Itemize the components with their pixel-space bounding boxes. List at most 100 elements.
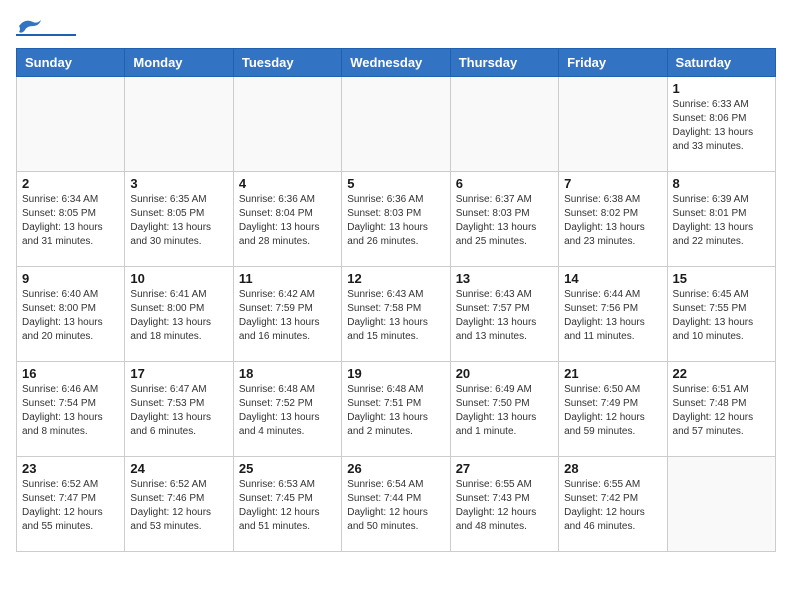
day-info: Sunrise: 6:42 AM Sunset: 7:59 PM Dayligh…: [239, 288, 336, 344]
calendar-cell: 14 Sunrise: 6:44 AM Sunset: 7:56 PM Dayli…: [559, 267, 667, 362]
day-number: 8: [673, 176, 770, 191]
col-header-tuesday: Tuesday: [233, 49, 341, 77]
day-number: 17: [130, 366, 227, 381]
day-number: 1: [673, 81, 770, 96]
day-number: 16: [22, 366, 119, 381]
calendar-cell: 22 Sunrise: 6:51 AM Sunset: 7:48 PM Dayli…: [667, 362, 775, 457]
week-row-3: 9 Sunrise: 6:40 AM Sunset: 8:00 PM Daylig…: [17, 267, 776, 362]
day-number: 21: [564, 366, 661, 381]
day-info: Sunrise: 6:37 AM Sunset: 8:03 PM Dayligh…: [456, 193, 553, 249]
week-row-4: 16 Sunrise: 6:46 AM Sunset: 7:54 PM Dayli…: [17, 362, 776, 457]
calendar-table: SundayMondayTuesdayWednesdayThursdayFrid…: [16, 48, 776, 552]
logo-underline: [16, 34, 76, 36]
page-header: [16, 16, 776, 36]
day-number: 12: [347, 271, 444, 286]
day-info: Sunrise: 6:41 AM Sunset: 8:00 PM Dayligh…: [130, 288, 227, 344]
day-info: Sunrise: 6:43 AM Sunset: 7:57 PM Dayligh…: [456, 288, 553, 344]
day-info: Sunrise: 6:55 AM Sunset: 7:42 PM Dayligh…: [564, 478, 661, 534]
day-info: Sunrise: 6:39 AM Sunset: 8:01 PM Dayligh…: [673, 193, 770, 249]
day-number: 27: [456, 461, 553, 476]
day-number: 7: [564, 176, 661, 191]
day-number: 14: [564, 271, 661, 286]
day-number: 26: [347, 461, 444, 476]
calendar-cell: 1 Sunrise: 6:33 AM Sunset: 8:06 PM Daylig…: [667, 77, 775, 172]
day-number: 11: [239, 271, 336, 286]
week-row-2: 2Sunrise: 6:34 AM Sunset: 8:05 PM Daylig…: [17, 172, 776, 267]
calendar-cell: 28 Sunrise: 6:55 AM Sunset: 7:42 PM Dayli…: [559, 457, 667, 552]
day-number: 5: [347, 176, 444, 191]
calendar-cell: 7 Sunrise: 6:38 AM Sunset: 8:02 PM Daylig…: [559, 172, 667, 267]
col-header-thursday: Thursday: [450, 49, 558, 77]
col-header-saturday: Saturday: [667, 49, 775, 77]
day-number: 13: [456, 271, 553, 286]
calendar-cell: 27 Sunrise: 6:55 AM Sunset: 7:43 PM Dayli…: [450, 457, 558, 552]
day-info: Sunrise: 6:46 AM Sunset: 7:54 PM Dayligh…: [22, 383, 119, 439]
day-info: Sunrise: 6:33 AM Sunset: 8:06 PM Dayligh…: [673, 98, 770, 154]
calendar-cell: 19Sunrise: 6:48 AM Sunset: 7:51 PM Dayli…: [342, 362, 450, 457]
day-info: Sunrise: 6:49 AM Sunset: 7:50 PM Dayligh…: [456, 383, 553, 439]
calendar-cell: 6 Sunrise: 6:37 AM Sunset: 8:03 PM Daylig…: [450, 172, 558, 267]
day-info: Sunrise: 6:54 AM Sunset: 7:44 PM Dayligh…: [347, 478, 444, 534]
day-info: Sunrise: 6:35 AM Sunset: 8:05 PM Dayligh…: [130, 193, 227, 249]
calendar-cell: 15 Sunrise: 6:45 AM Sunset: 7:55 PM Dayli…: [667, 267, 775, 362]
day-number: 19: [347, 366, 444, 381]
day-number: 24: [130, 461, 227, 476]
calendar-cell: 24 Sunrise: 6:52 AM Sunset: 7:46 PM Dayli…: [125, 457, 233, 552]
calendar-cell: 13 Sunrise: 6:43 AM Sunset: 7:57 PM Dayli…: [450, 267, 558, 362]
day-info: Sunrise: 6:51 AM Sunset: 7:48 PM Dayligh…: [673, 383, 770, 439]
logo-bird-icon: [17, 16, 43, 36]
day-number: 23: [22, 461, 119, 476]
day-number: 6: [456, 176, 553, 191]
calendar-cell: 3Sunrise: 6:35 AM Sunset: 8:05 PM Daylig…: [125, 172, 233, 267]
day-number: 9: [22, 271, 119, 286]
day-info: Sunrise: 6:45 AM Sunset: 7:55 PM Dayligh…: [673, 288, 770, 344]
calendar-cell: [450, 77, 558, 172]
day-info: Sunrise: 6:36 AM Sunset: 8:03 PM Dayligh…: [347, 193, 444, 249]
day-info: Sunrise: 6:34 AM Sunset: 8:05 PM Dayligh…: [22, 193, 119, 249]
day-info: Sunrise: 6:50 AM Sunset: 7:49 PM Dayligh…: [564, 383, 661, 439]
logo: [16, 16, 76, 36]
calendar-cell: 16 Sunrise: 6:46 AM Sunset: 7:54 PM Dayli…: [17, 362, 125, 457]
day-number: 20: [456, 366, 553, 381]
calendar-cell: 4 Sunrise: 6:36 AM Sunset: 8:04 PM Daylig…: [233, 172, 341, 267]
col-header-friday: Friday: [559, 49, 667, 77]
day-number: 10: [130, 271, 227, 286]
calendar-cell: 18 Sunrise: 6:48 AM Sunset: 7:52 PM Dayli…: [233, 362, 341, 457]
day-info: Sunrise: 6:47 AM Sunset: 7:53 PM Dayligh…: [130, 383, 227, 439]
day-info: Sunrise: 6:40 AM Sunset: 8:00 PM Dayligh…: [22, 288, 119, 344]
day-number: 18: [239, 366, 336, 381]
day-info: Sunrise: 6:55 AM Sunset: 7:43 PM Dayligh…: [456, 478, 553, 534]
calendar-cell: [233, 77, 341, 172]
day-info: Sunrise: 6:48 AM Sunset: 7:52 PM Dayligh…: [239, 383, 336, 439]
calendar-cell: 9 Sunrise: 6:40 AM Sunset: 8:00 PM Daylig…: [17, 267, 125, 362]
calendar-cell: [342, 77, 450, 172]
calendar-cell: 8 Sunrise: 6:39 AM Sunset: 8:01 PM Daylig…: [667, 172, 775, 267]
calendar-cell: 2Sunrise: 6:34 AM Sunset: 8:05 PM Daylig…: [17, 172, 125, 267]
day-info: Sunrise: 6:44 AM Sunset: 7:56 PM Dayligh…: [564, 288, 661, 344]
day-info: Sunrise: 6:38 AM Sunset: 8:02 PM Dayligh…: [564, 193, 661, 249]
calendar-cell: 25 Sunrise: 6:53 AM Sunset: 7:45 PM Dayli…: [233, 457, 341, 552]
day-number: 4: [239, 176, 336, 191]
col-header-wednesday: Wednesday: [342, 49, 450, 77]
calendar-cell: 23 Sunrise: 6:52 AM Sunset: 7:47 PM Dayli…: [17, 457, 125, 552]
calendar-cell: 26 Sunrise: 6:54 AM Sunset: 7:44 PM Dayli…: [342, 457, 450, 552]
calendar-cell: 5 Sunrise: 6:36 AM Sunset: 8:03 PM Daylig…: [342, 172, 450, 267]
day-info: Sunrise: 6:52 AM Sunset: 7:46 PM Dayligh…: [130, 478, 227, 534]
day-info: Sunrise: 6:52 AM Sunset: 7:47 PM Dayligh…: [22, 478, 119, 534]
day-info: Sunrise: 6:53 AM Sunset: 7:45 PM Dayligh…: [239, 478, 336, 534]
day-info: Sunrise: 6:36 AM Sunset: 8:04 PM Dayligh…: [239, 193, 336, 249]
calendar-cell: 10 Sunrise: 6:41 AM Sunset: 8:00 PM Dayli…: [125, 267, 233, 362]
day-number: 22: [673, 366, 770, 381]
col-header-monday: Monday: [125, 49, 233, 77]
day-number: 15: [673, 271, 770, 286]
calendar-cell: 12 Sunrise: 6:43 AM Sunset: 7:58 PM Dayli…: [342, 267, 450, 362]
week-row-5: 23 Sunrise: 6:52 AM Sunset: 7:47 PM Dayli…: [17, 457, 776, 552]
calendar-cell: 21 Sunrise: 6:50 AM Sunset: 7:49 PM Dayli…: [559, 362, 667, 457]
day-number: 25: [239, 461, 336, 476]
day-info: Sunrise: 6:43 AM Sunset: 7:58 PM Dayligh…: [347, 288, 444, 344]
calendar-cell: 11 Sunrise: 6:42 AM Sunset: 7:59 PM Dayli…: [233, 267, 341, 362]
calendar-cell: [559, 77, 667, 172]
calendar-header-row: SundayMondayTuesdayWednesdayThursdayFrid…: [17, 49, 776, 77]
calendar-cell: 17 Sunrise: 6:47 AM Sunset: 7:53 PM Dayli…: [125, 362, 233, 457]
day-number: 28: [564, 461, 661, 476]
